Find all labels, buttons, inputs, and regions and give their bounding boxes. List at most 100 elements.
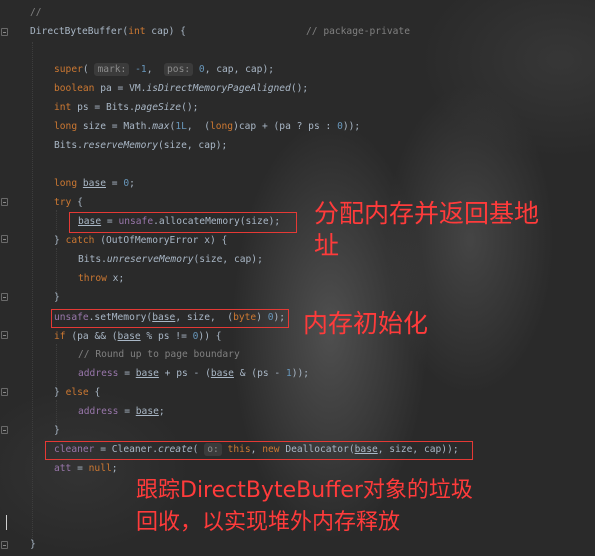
code-line: int ps = Bits.pageSize(); bbox=[54, 100, 198, 116]
code-text: Bits. bbox=[78, 254, 107, 265]
fold-icon[interactable] bbox=[1, 331, 8, 339]
code-line: DirectByteBuffer(int cap) { bbox=[30, 24, 186, 40]
code-text: )cap + (pa ? ps : bbox=[233, 121, 338, 132]
code-line: address = base; bbox=[78, 404, 165, 420]
code-line: Bits.unreserveMemory(size, cap); bbox=[78, 252, 263, 268]
code-text: ; bbox=[111, 463, 118, 474]
comment: // bbox=[30, 7, 42, 18]
keyword: long bbox=[54, 121, 78, 132]
code-text: , ( bbox=[186, 121, 210, 132]
code-line: Bits.reserveMemory(size, cap); bbox=[54, 138, 227, 154]
code-text: pa = VM. bbox=[94, 83, 147, 94]
fold-icon[interactable] bbox=[1, 235, 8, 243]
code-text: )); bbox=[291, 368, 310, 379]
annotation-allocate: 分配内存并返回基地 址 bbox=[314, 199, 540, 260]
static-method: unreserveMemory bbox=[106, 254, 194, 265]
parameter-hint: pos: bbox=[164, 63, 194, 76]
cleaner-highlight-box bbox=[45, 441, 473, 460]
indent-guide bbox=[56, 210, 57, 230]
code-text: )) { bbox=[198, 331, 222, 342]
code-text: = bbox=[106, 178, 124, 189]
code-text: { bbox=[88, 387, 101, 398]
code-text: & (ps - bbox=[233, 368, 286, 379]
number: 1L bbox=[175, 121, 187, 132]
code-line: boolean pa = VM.isDirectMemoryPageAligne… bbox=[54, 81, 308, 97]
code-text: ; bbox=[129, 178, 135, 189]
indent-guide bbox=[56, 344, 57, 388]
code-text: ( bbox=[82, 64, 95, 75]
keyword: null bbox=[88, 463, 112, 474]
code-line: super( mark: -1, pos: 0, cap, cap); bbox=[54, 62, 274, 78]
keyword: long bbox=[209, 121, 234, 132]
field: address bbox=[78, 406, 119, 417]
number: -1 bbox=[135, 64, 147, 75]
variable: base bbox=[210, 368, 234, 379]
code-text: (size, cap); bbox=[157, 140, 228, 151]
code-line: try { bbox=[54, 195, 83, 211]
indent-guide bbox=[56, 248, 57, 292]
keyword: int bbox=[54, 102, 72, 113]
code-line: } catch (OutOfMemoryError x) { bbox=[54, 233, 227, 249]
code-line: att = null; bbox=[54, 461, 118, 477]
annotation-cleaner: 跟踪DirectByteBuffer对象的垃圾 回收，以实现堆外内存释放 bbox=[136, 478, 473, 535]
code-text: } bbox=[54, 235, 66, 246]
code-text: cap) { bbox=[145, 26, 186, 37]
code-text: (); bbox=[181, 102, 199, 113]
indent-guide bbox=[32, 42, 33, 538]
keyword: try bbox=[54, 197, 72, 208]
text-caret bbox=[6, 515, 7, 530]
code-text: } bbox=[54, 425, 60, 436]
fold-icon[interactable] bbox=[1, 388, 8, 396]
field: att bbox=[54, 463, 72, 474]
code-text: + ps - ( bbox=[158, 368, 211, 379]
fold-icon[interactable] bbox=[1, 426, 8, 434]
code-line: long base = 0; bbox=[54, 176, 135, 192]
code-text: { bbox=[71, 197, 83, 208]
code-line: } bbox=[30, 537, 36, 553]
code-text: (OutOfMemoryError x) { bbox=[94, 235, 228, 246]
fold-icon[interactable] bbox=[1, 28, 8, 36]
keyword: boolean bbox=[54, 83, 95, 94]
variable: base bbox=[82, 178, 106, 189]
annotation-init: 内存初始化 bbox=[303, 309, 429, 338]
code-text: } bbox=[30, 539, 36, 550]
static-method: pageSize bbox=[134, 102, 182, 113]
code-line: if (pa && (base % ps != 0)) { bbox=[54, 329, 222, 345]
code-text: ; bbox=[158, 406, 165, 417]
static-method: isDirectMemoryPageAligned bbox=[146, 83, 291, 94]
code-line: throw x; bbox=[78, 271, 124, 287]
code-text: ps = Bits. bbox=[71, 102, 135, 113]
variable: base bbox=[117, 331, 141, 342]
keyword: if bbox=[54, 331, 66, 342]
code-text: } bbox=[54, 292, 60, 303]
code-text: )); bbox=[342, 121, 361, 132]
code-text: , bbox=[146, 64, 165, 75]
code-text: % ps != bbox=[140, 331, 193, 342]
keyword: int bbox=[128, 26, 146, 37]
fold-icon[interactable] bbox=[1, 198, 8, 206]
keyword: else bbox=[65, 387, 89, 398]
keyword: long bbox=[54, 178, 78, 189]
code-text: = bbox=[118, 368, 136, 379]
fold-icon[interactable] bbox=[1, 293, 8, 301]
comment: // Round up to page boundary bbox=[78, 349, 240, 360]
code-text: } bbox=[54, 387, 66, 398]
fold-icon[interactable] bbox=[1, 541, 8, 549]
code-text: = bbox=[118, 406, 136, 417]
comment: // package-private bbox=[306, 26, 410, 37]
code-line: } bbox=[54, 290, 60, 306]
code-text: , cap, cap); bbox=[204, 64, 274, 75]
code-line: } else { bbox=[54, 385, 100, 401]
editor-gutter bbox=[0, 0, 14, 556]
code-text: = bbox=[71, 463, 89, 474]
code-line: long size = Math.max(1L, (long)cap + (pa… bbox=[54, 119, 360, 135]
keyword: super bbox=[54, 64, 83, 75]
parameter-hint: mark: bbox=[94, 63, 130, 76]
keyword: throw bbox=[78, 273, 107, 284]
code-text: (pa && ( bbox=[65, 331, 118, 342]
keyword: catch bbox=[65, 235, 95, 246]
code-text: (size, cap); bbox=[193, 254, 263, 265]
code-text: Bits. bbox=[54, 140, 83, 151]
code-text: size = Math. bbox=[77, 121, 153, 132]
constructor-signature: DirectByteBuffer( bbox=[30, 26, 129, 37]
